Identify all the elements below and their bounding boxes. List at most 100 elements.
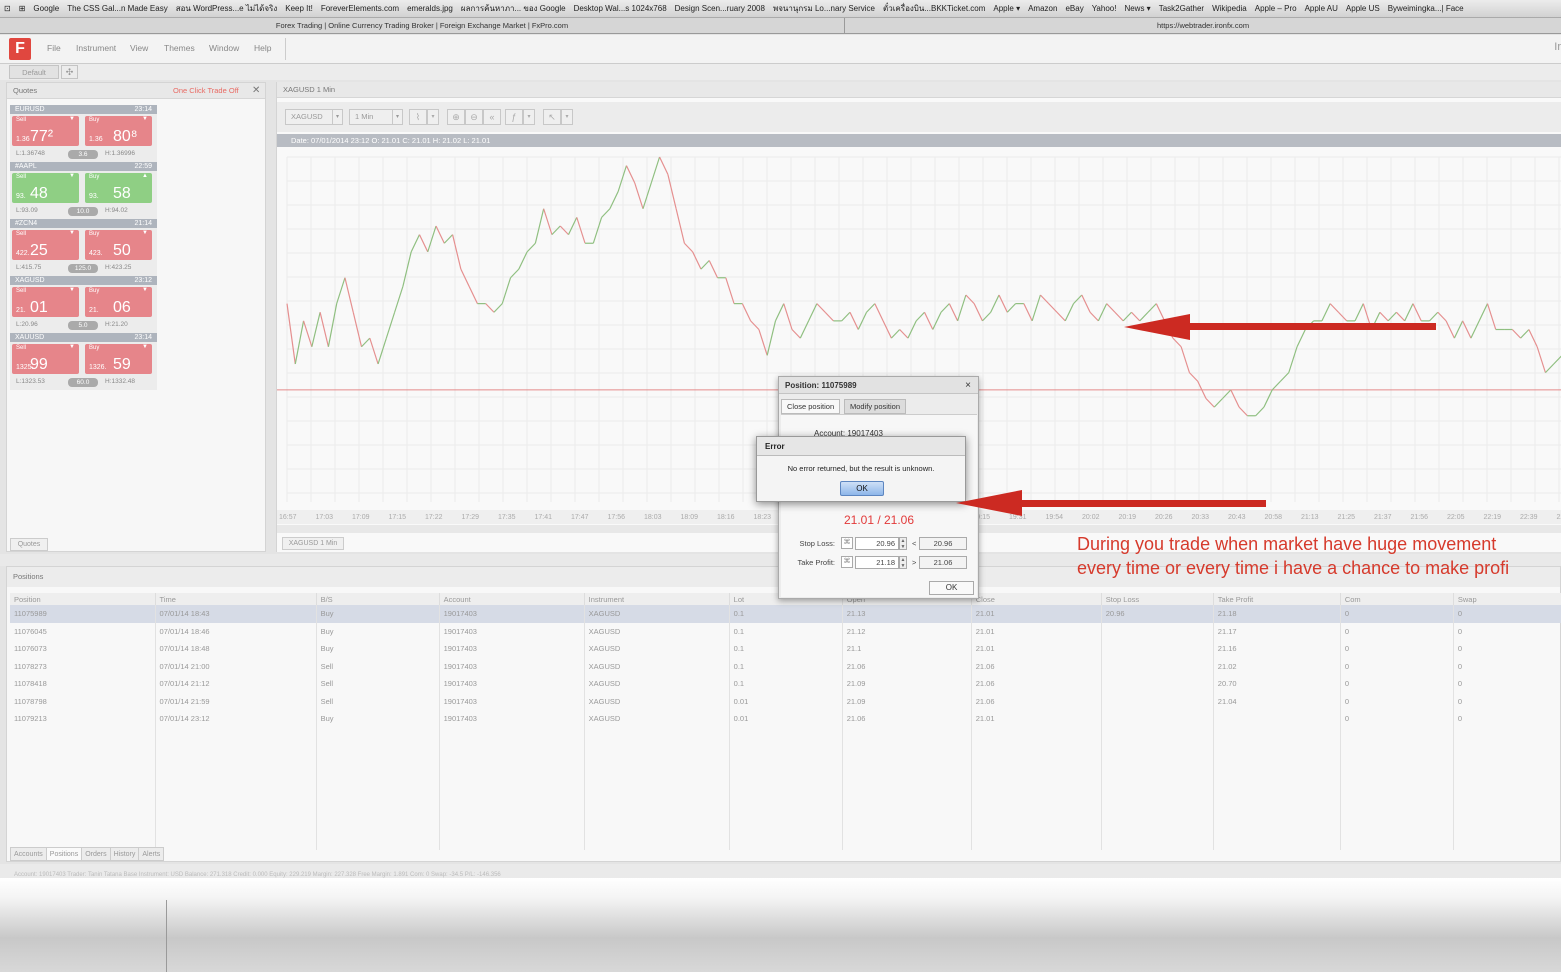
table-row[interactable]: 11078273 07/01/14 21:00 Sell 19017403 XAGUSD… <box>10 657 1561 675</box>
bookmark-item[interactable]: Apple AU <box>1301 0 1342 17</box>
bookmark-item[interactable]: Google <box>29 0 63 17</box>
column-header[interactable]: Account <box>439 593 585 605</box>
bookmark-item[interactable]: Byweimingka...| Face <box>1384 0 1468 17</box>
tab-orders[interactable]: Orders <box>81 847 111 861</box>
table-row[interactable]: 11078418 07/01/14 21:12 Sell 19017403 XAGUSD… <box>10 675 1561 693</box>
menu-themes[interactable]: Themes <box>164 43 195 53</box>
take-profit-checkbox[interactable]: ⌘ <box>841 556 853 568</box>
buy-button[interactable]: Buy ▼ 21. 06 <box>85 287 152 317</box>
sidebar-icon[interactable]: ⊡ <box>0 0 15 17</box>
series-segment <box>849 311 859 330</box>
column-header[interactable]: Take Profit <box>1213 593 1341 605</box>
bookmark-item[interactable]: Amazon <box>1024 0 1061 17</box>
table-row[interactable]: 11075989 07/01/14 18:43 Buy 19017403 XAGUSD 0… <box>10 605 1561 623</box>
tab-chart-xagusd[interactable]: XAGUSD 1 Min <box>282 537 344 550</box>
menu-instrument[interactable]: Instrument <box>76 43 116 53</box>
tab-accounts[interactable]: Accounts <box>10 847 47 861</box>
chart-type-icon[interactable]: ⌇ <box>409 109 427 125</box>
column-header[interactable]: Close <box>971 593 1102 605</box>
stop-loss-stepper[interactable]: ▲ ▼ <box>899 537 907 550</box>
symbol-select[interactable]: XAGUSD ▾ <box>285 109 343 125</box>
menu-help[interactable]: Help <box>254 43 271 53</box>
tab-alerts[interactable]: Alerts <box>138 847 165 861</box>
tab-modify-position[interactable]: Modify position <box>844 399 907 414</box>
table-row[interactable]: 11076073 07/01/14 18:48 Buy 19017403 XAGUSD 0… <box>10 640 1561 658</box>
bookmark-item[interactable]: Yahoo! <box>1088 0 1121 17</box>
timeframe-select[interactable]: 1 Min ▾ <box>349 109 403 125</box>
column-header[interactable]: Time <box>155 593 317 605</box>
bookmark-item[interactable]: Apple US <box>1342 0 1384 17</box>
bookmark-item[interactable]: Wikipedia <box>1208 0 1251 17</box>
bookmark-item[interactable]: พจนานุกรม Lo...nary Service <box>769 0 879 17</box>
table-row[interactable]: 11079213 07/01/14 23:12 Buy 19017403 XAGUSD 0… <box>10 710 1561 728</box>
take-profit-input[interactable]: 21.18 <box>855 556 899 569</box>
tab-positions[interactable]: Positions <box>45 847 83 861</box>
menu-window[interactable]: Window <box>209 43 239 53</box>
cursor-icon[interactable]: ↖ <box>543 109 561 125</box>
buy-button[interactable]: Buy ▼ 423. 50 <box>85 230 152 260</box>
column-header[interactable]: Stop Loss <box>1101 593 1214 605</box>
bookmark-item[interactable]: Desktop Wal...s 1024x768 <box>570 0 671 17</box>
bookmark-item[interactable]: สอน WordPress...e ไม่ได้จริง <box>172 0 282 17</box>
bookmark-item[interactable]: Task2Gather <box>1155 0 1208 17</box>
dialog-ok-button[interactable]: OK <box>929 581 974 595</box>
menu-view[interactable]: View <box>130 43 148 53</box>
chevron-down-icon[interactable]: ▾ <box>561 109 573 125</box>
grid-icon[interactable]: ⊞ <box>15 0 30 17</box>
browser-tab-fxpro[interactable]: Forex Trading | Online Currency Trading … <box>0 18 845 34</box>
column-header[interactable]: Com <box>1340 593 1454 605</box>
sell-button[interactable]: Sell ▼ 93. 48 <box>12 173 79 203</box>
bookmark-item[interactable]: ผลการค้นหาภา... ของ Google <box>457 0 570 17</box>
table-row[interactable]: 11078798 07/01/14 21:59 Sell 19017403 XAGUSD… <box>10 692 1561 710</box>
bookmark-item[interactable]: The CSS Gal...n Made Easy <box>63 0 172 17</box>
table-row[interactable]: 11076045 07/01/14 18:46 Buy 19017403 XAGUSD 0… <box>10 622 1561 640</box>
tab-quotes[interactable]: Quotes <box>10 538 48 551</box>
bookmark-item[interactable]: Keep It! <box>281 0 317 17</box>
sell-button[interactable]: Sell ▼ 422. 25 <box>12 230 79 260</box>
bookmark-item[interactable]: emeralds.jpg <box>403 0 457 17</box>
zoom-out-icon[interactable]: ⊖ <box>465 109 483 125</box>
table-cell <box>439 815 585 833</box>
error-ok-button[interactable]: OK <box>840 481 884 496</box>
bookmark-item[interactable]: Apple – Pro <box>1251 0 1301 17</box>
zoom-in-icon[interactable]: ⊕ <box>447 109 465 125</box>
quote-symbol: #ZCN4 <box>15 220 38 227</box>
chevron-down-icon[interactable]: ▾ <box>523 109 535 125</box>
scroll-back-icon[interactable]: « <box>483 109 501 125</box>
column-header[interactable]: Position <box>10 593 156 605</box>
bookmark-item[interactable]: Design Scen...ruary 2008 <box>671 0 769 17</box>
bookmark-item[interactable]: ForeverElements.com <box>317 0 403 17</box>
take-profit-stepper[interactable]: ▲ ▼ <box>899 556 907 569</box>
tab-history[interactable]: History <box>109 847 140 861</box>
sell-button[interactable]: Sell ▼ 21. 01 <box>12 287 79 317</box>
quote-symbol: XAUUSD <box>15 334 45 341</box>
bookmark-item[interactable]: Apple ▾ <box>989 0 1024 17</box>
workspace-tab-default[interactable]: Default <box>9 65 59 79</box>
tab-close-position[interactable]: Close position <box>781 399 841 414</box>
stop-loss-checkbox[interactable]: ⌘ <box>841 537 853 549</box>
sell-button[interactable]: Sell ▼ 1325. 99 <box>12 344 79 374</box>
buy-button[interactable]: Buy ▲ 93. 58 <box>85 173 152 203</box>
table-cell: 0 <box>1340 605 1454 623</box>
series-segment <box>361 337 371 348</box>
bookmark-item[interactable]: ตั๋วเครื่องบิน...BKKTicket.com <box>879 0 989 17</box>
close-icon[interactable]: × <box>965 377 971 394</box>
buy-button[interactable]: Buy ▼ 1.36 80⁸ <box>85 116 152 146</box>
add-workspace-icon[interactable]: ✣ <box>61 65 78 79</box>
browser-tab-webtrader[interactable]: https://webtrader.ironfx.com <box>845 18 1561 34</box>
series-segment <box>692 251 702 270</box>
stop-loss-input[interactable]: 20.96 <box>855 537 899 550</box>
close-icon[interactable]: ✕ <box>252 83 260 99</box>
bookmark-item[interactable]: eBay <box>1061 0 1087 17</box>
column-header[interactable]: Instrument <box>584 593 730 605</box>
one-click-trade-toggle[interactable]: One Click Trade Off <box>173 83 239 99</box>
column-header[interactable]: B/S <box>316 593 440 605</box>
bookmark-item[interactable]: News ▾ <box>1120 0 1154 17</box>
buy-price-pips: 59 <box>113 356 131 373</box>
indicators-icon[interactable]: ƒ <box>505 109 523 125</box>
buy-button[interactable]: Buy ▼ 1326. 59 <box>85 344 152 374</box>
column-header[interactable]: Swap <box>1453 593 1561 605</box>
chevron-down-icon[interactable]: ▾ <box>427 109 439 125</box>
menu-file[interactable]: File <box>47 43 61 53</box>
sell-button[interactable]: Sell ▼ 1.36 77² <box>12 116 79 146</box>
